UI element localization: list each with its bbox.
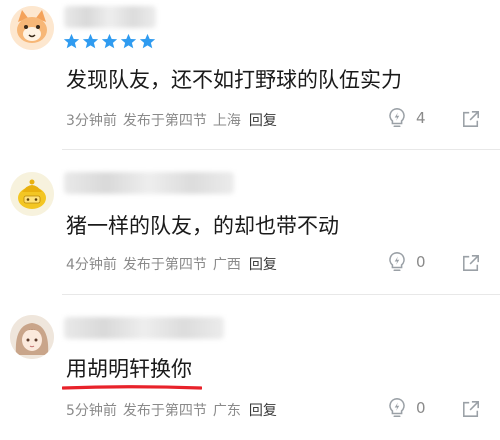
avatar[interactable] — [10, 172, 54, 216]
reply-button[interactable]: 回复 — [249, 254, 277, 274]
comment-section: 发布于第四节 — [122, 403, 207, 419]
star-icon — [120, 33, 137, 49]
like-button[interactable]: 0 — [386, 251, 426, 273]
username-blurred[interactable] — [64, 6, 156, 28]
reply-button[interactable]: 回复 — [249, 110, 277, 130]
star-icon — [101, 33, 118, 49]
red-underline-annotation — [62, 385, 202, 390]
rating-stars — [63, 33, 156, 51]
star-icon — [139, 33, 156, 49]
reply-button[interactable]: 回复 — [249, 400, 277, 420]
comment-time: 5分钟前 — [66, 403, 117, 419]
share-icon[interactable] — [462, 254, 480, 272]
like-count: 4 — [416, 109, 426, 127]
avatar[interactable] — [10, 315, 54, 359]
comment-location: 上海 — [212, 113, 241, 129]
star-icon — [82, 33, 99, 49]
like-count: 0 — [416, 399, 426, 417]
comment-item: 发现队友，还不如打野球的队伍实力 3分钟前 发布于第四节 上海 回复 4 — [0, 0, 500, 150]
comment-text: 用胡明轩换你 — [66, 357, 192, 381]
comment-item: 猪一样的队友，的却也带不动 4分钟前 发布于第四节 广西 回复 0 — [0, 150, 500, 295]
like-button[interactable]: 0 — [386, 397, 426, 419]
comment-location: 广东 — [212, 403, 241, 419]
like-count: 0 — [416, 253, 426, 271]
comment-location: 广西 — [212, 257, 241, 273]
comment-text: 发现队友，还不如打野球的队伍实力 — [66, 68, 402, 92]
share-icon[interactable] — [462, 110, 480, 128]
comment-meta: 4分钟前 发布于第四节 广西 回复 — [66, 254, 283, 274]
comment-meta: 3分钟前 发布于第四节 上海 回复 — [66, 110, 283, 130]
like-button[interactable]: 4 — [386, 107, 426, 129]
comment-section: 发布于第四节 — [122, 113, 207, 129]
comment-time: 3分钟前 — [66, 113, 117, 129]
lightbulb-like-icon — [389, 252, 405, 272]
cartoon-face-avatar-icon — [10, 6, 54, 50]
comment-section: 发布于第四节 — [122, 257, 207, 273]
comment-text: 猪一样的队友，的却也带不动 — [66, 214, 339, 238]
avatar[interactable] — [10, 6, 54, 50]
anime-girl-avatar-icon — [10, 315, 54, 359]
username-blurred[interactable] — [64, 172, 234, 194]
lightbulb-like-icon — [389, 398, 405, 418]
username-blurred[interactable] — [64, 317, 224, 339]
share-icon[interactable] — [462, 400, 480, 418]
comment-time: 4分钟前 — [66, 257, 117, 273]
star-icon — [63, 33, 80, 49]
yellow-hat-avatar-icon — [10, 172, 54, 216]
comment-item: 用胡明轩换你 5分钟前 发布于第四节 广东 回复 0 — [0, 295, 500, 440]
lightbulb-like-icon — [389, 108, 405, 128]
comment-meta: 5分钟前 发布于第四节 广东 回复 — [66, 400, 283, 420]
